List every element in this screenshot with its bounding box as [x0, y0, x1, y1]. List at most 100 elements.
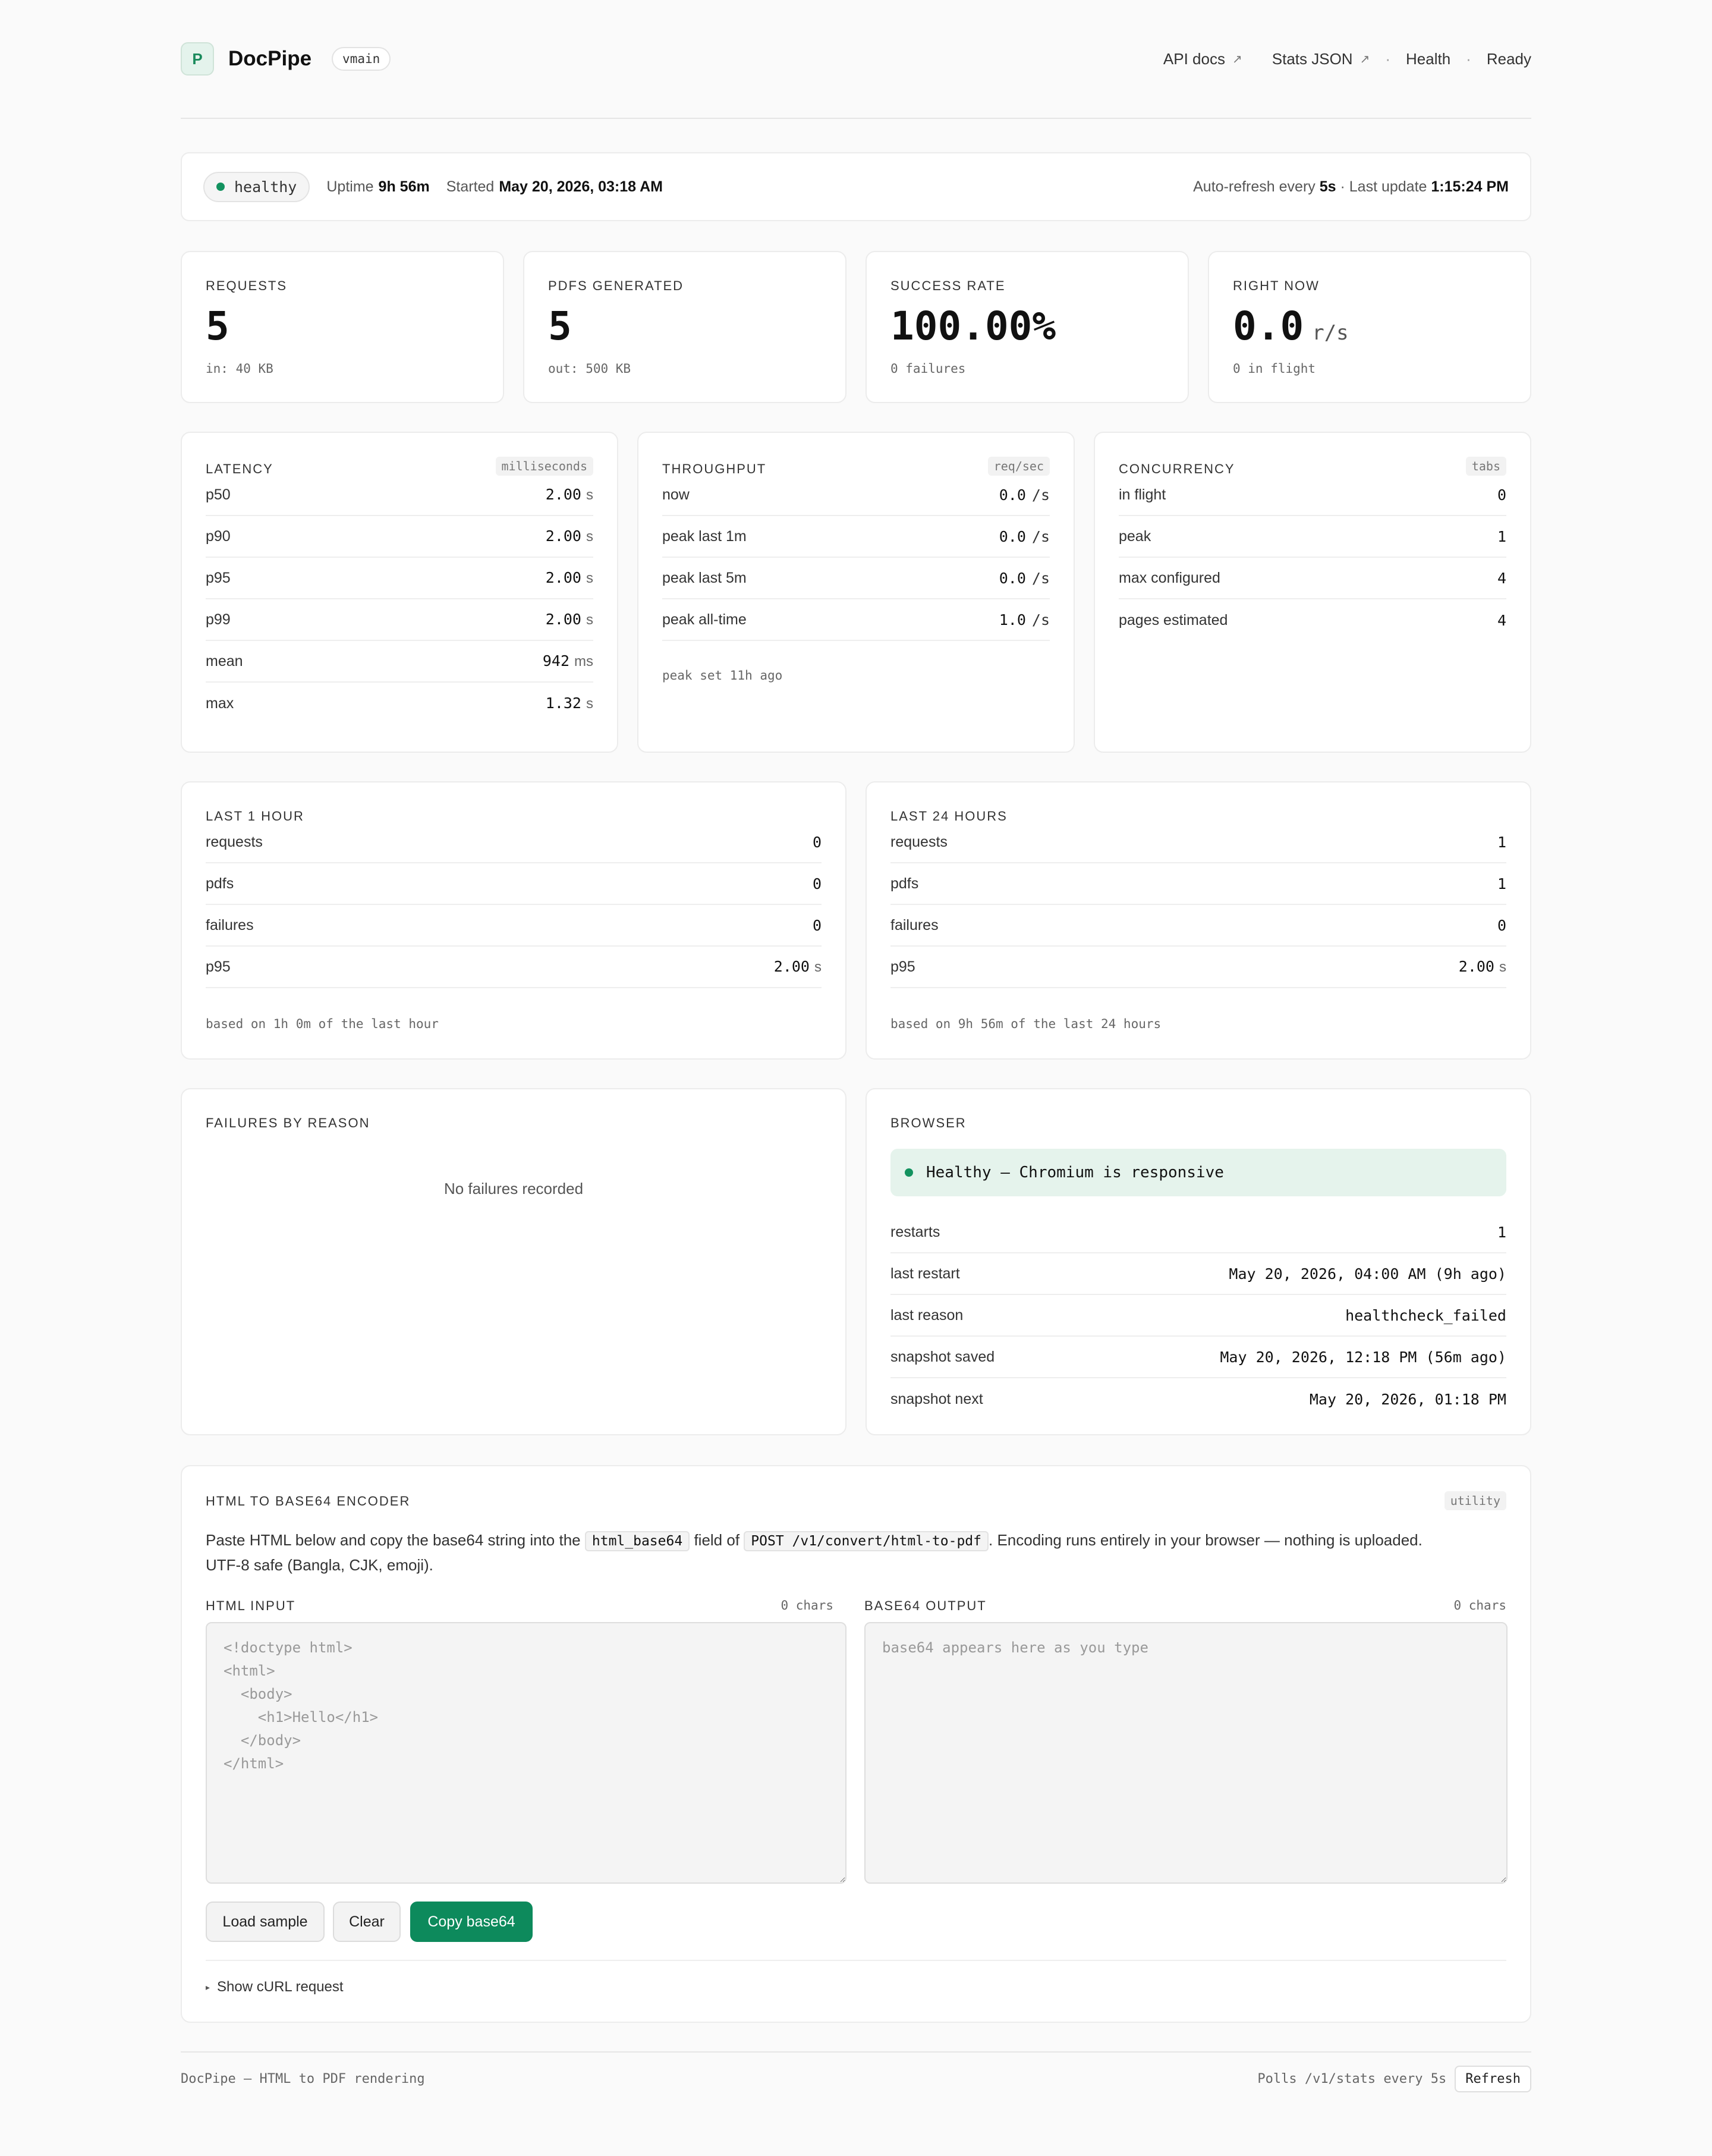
latency-rows: p50 2.00 s p90 2.00 s p95 2.00 s p99 2.00 s mean… [206, 474, 593, 724]
table-row: mean 942 ms [206, 641, 593, 683]
table-row: peak last 5m 0.0/s [662, 558, 1050, 599]
row-label: pages estimated [1119, 611, 1228, 628]
status-text: healthy [234, 178, 297, 196]
branch-badge: vmain [332, 47, 391, 71]
desc-text: field of [694, 1531, 740, 1549]
show-curl-toggle[interactable]: ▸ Show cURL request [206, 1979, 344, 1995]
desc-text: . Encoding runs entirely in your browser… [989, 1531, 1423, 1549]
row-value: May 20, 2026, 04:00 AM (9h ago) [1229, 1265, 1506, 1283]
row-value: 2.00 [1458, 958, 1494, 975]
kpi-value: 5 [206, 303, 229, 349]
browser-title: BROWSER [890, 1115, 967, 1130]
row-label: pdfs [890, 875, 919, 892]
kpi-label: REQUESTS [206, 278, 288, 293]
table-row: now 0.0/s [662, 474, 1050, 516]
row-label: p95 [206, 569, 231, 586]
row-value: 0 [812, 833, 822, 851]
kpi-unit: r/s [1312, 321, 1349, 345]
endpoint-code: POST /v1/convert/html-to-pdf [744, 1531, 989, 1551]
row-label: p50 [206, 486, 231, 503]
table-row: last restart May 20, 2026, 04:00 AM (9h a… [890, 1253, 1506, 1295]
row-value: 2.00 [545, 611, 581, 628]
row-unit: s [814, 959, 822, 975]
kpi-sub: 0 failures [890, 362, 966, 376]
row-unit: s [586, 696, 593, 712]
refresh-button[interactable]: Refresh [1455, 2065, 1531, 2092]
base64-output-count: 0 chars [1453, 1598, 1506, 1613]
row-label: pdfs [206, 875, 234, 892]
row-unit: /s [1031, 569, 1050, 587]
table-row: pages estimated 4 [1119, 599, 1506, 641]
nav-api-docs-label: API docs [1163, 49, 1225, 68]
row-label: now [662, 486, 690, 503]
refresh-interval: 5s [1319, 178, 1336, 195]
table-row: p99 2.00 s [206, 599, 593, 641]
copy-base64-button[interactable]: Copy base64 [410, 1902, 533, 1942]
row-label: failures [206, 916, 254, 934]
kpi-label: SUCCESS RATE [890, 278, 1006, 293]
concurrency-card: CONCURRENCY tabs in flight 0 peak 1 max co… [1094, 432, 1531, 753]
row-value: healthcheck_failed [1345, 1306, 1506, 1324]
row-value: 0 [1497, 916, 1506, 934]
throughput-rows: now 0.0/s peak last 1m 0.0/s peak last 5m 0… [662, 474, 1050, 641]
table-row: pdfs 1 [890, 863, 1506, 905]
row-unit: /s [1031, 486, 1050, 504]
last-hour-note: based on 1h 0m of the last hour [206, 1017, 439, 1031]
kpi-sub: 0 in flight [1233, 362, 1316, 376]
row-value: 0.0 [999, 569, 1026, 587]
html-input-textarea[interactable] [206, 1622, 846, 1884]
table-row: requests 0 [206, 822, 822, 863]
uptime-value: 9h 56m [378, 178, 430, 195]
last-day-note: based on 9h 56m of the last 24 hours [890, 1017, 1162, 1031]
concurrency-unit-tag: tabs [1465, 457, 1506, 476]
logo-icon: P [181, 42, 214, 76]
row-value: 1 [1497, 527, 1506, 545]
html-input-count: 0 chars [781, 1598, 833, 1613]
kpi-sub: out: 500 KB [548, 362, 631, 376]
row-label: last reason [890, 1306, 964, 1324]
row-label: p95 [890, 958, 915, 975]
row-value: 0 [812, 916, 822, 934]
clear-button[interactable]: Clear [333, 1902, 401, 1942]
row-unit: s [586, 612, 593, 628]
table-row: failures 0 [206, 905, 822, 947]
top-nav: API docs ↗ Stats JSON ↗ · Health · Ready [1163, 50, 1531, 68]
throughput-note: peak set 11h ago [662, 668, 783, 683]
status-bar: healthy Uptime 9h 56m Started May 20, 20… [181, 152, 1531, 221]
external-link-icon: ↗ [1359, 52, 1370, 66]
row-label: in flight [1119, 486, 1166, 503]
load-sample-button[interactable]: Load sample [206, 1902, 325, 1942]
table-row: peak last 1m 0.0/s [662, 516, 1050, 558]
throughput-card: THROUGHPUT req/sec now 0.0/s peak last 1m… [637, 432, 1075, 753]
row-label: restarts [890, 1223, 940, 1240]
status-badge: healthy [203, 171, 310, 202]
nav-health-link[interactable]: Health [1406, 50, 1450, 68]
nav-api-docs-link[interactable]: API docs ↗ [1163, 50, 1242, 68]
nav-stats-json-label: Stats JSON [1272, 49, 1353, 68]
row-value: 2.00 [773, 958, 810, 975]
table-row: requests 1 [890, 822, 1506, 863]
table-row: snapshot next May 20, 2026, 01:18 PM [890, 1378, 1506, 1420]
browser-rows: restarts 1 last restart May 20, 2026, 04:0… [890, 1212, 1506, 1420]
disclosure-triangle-icon: ▸ [206, 1982, 210, 1992]
table-row: p90 2.00 s [206, 516, 593, 558]
row-unit: ms [574, 653, 593, 670]
row-value: 2.00 [545, 486, 581, 503]
row-label: snapshot saved [890, 1348, 995, 1365]
table-row: peak 1 [1119, 516, 1506, 558]
row-value: May 20, 2026, 01:18 PM [1309, 1390, 1506, 1408]
encoder-card: HTML TO BASE64 ENCODER utility Paste HTM… [181, 1465, 1531, 2023]
nav-stats-json-link[interactable]: Stats JSON ↗ [1272, 50, 1370, 68]
desc-text: UTF-8 safe (Bangla, CJK, emoji). [206, 1556, 433, 1574]
table-row: last reason healthcheck_failed [890, 1295, 1506, 1337]
row-label: peak [1119, 527, 1151, 545]
divider [206, 1960, 1506, 1961]
nav-ready-link[interactable]: Ready [1487, 50, 1531, 68]
base64-output-textarea[interactable] [864, 1622, 1508, 1884]
row-value: 1.32 [545, 694, 581, 712]
table-row: max configured 4 [1119, 558, 1506, 599]
row-value: 942 [542, 652, 569, 670]
row-unit: s [586, 529, 593, 545]
encoder-tag: utility [1444, 1491, 1506, 1510]
status-dot-icon [216, 183, 225, 191]
